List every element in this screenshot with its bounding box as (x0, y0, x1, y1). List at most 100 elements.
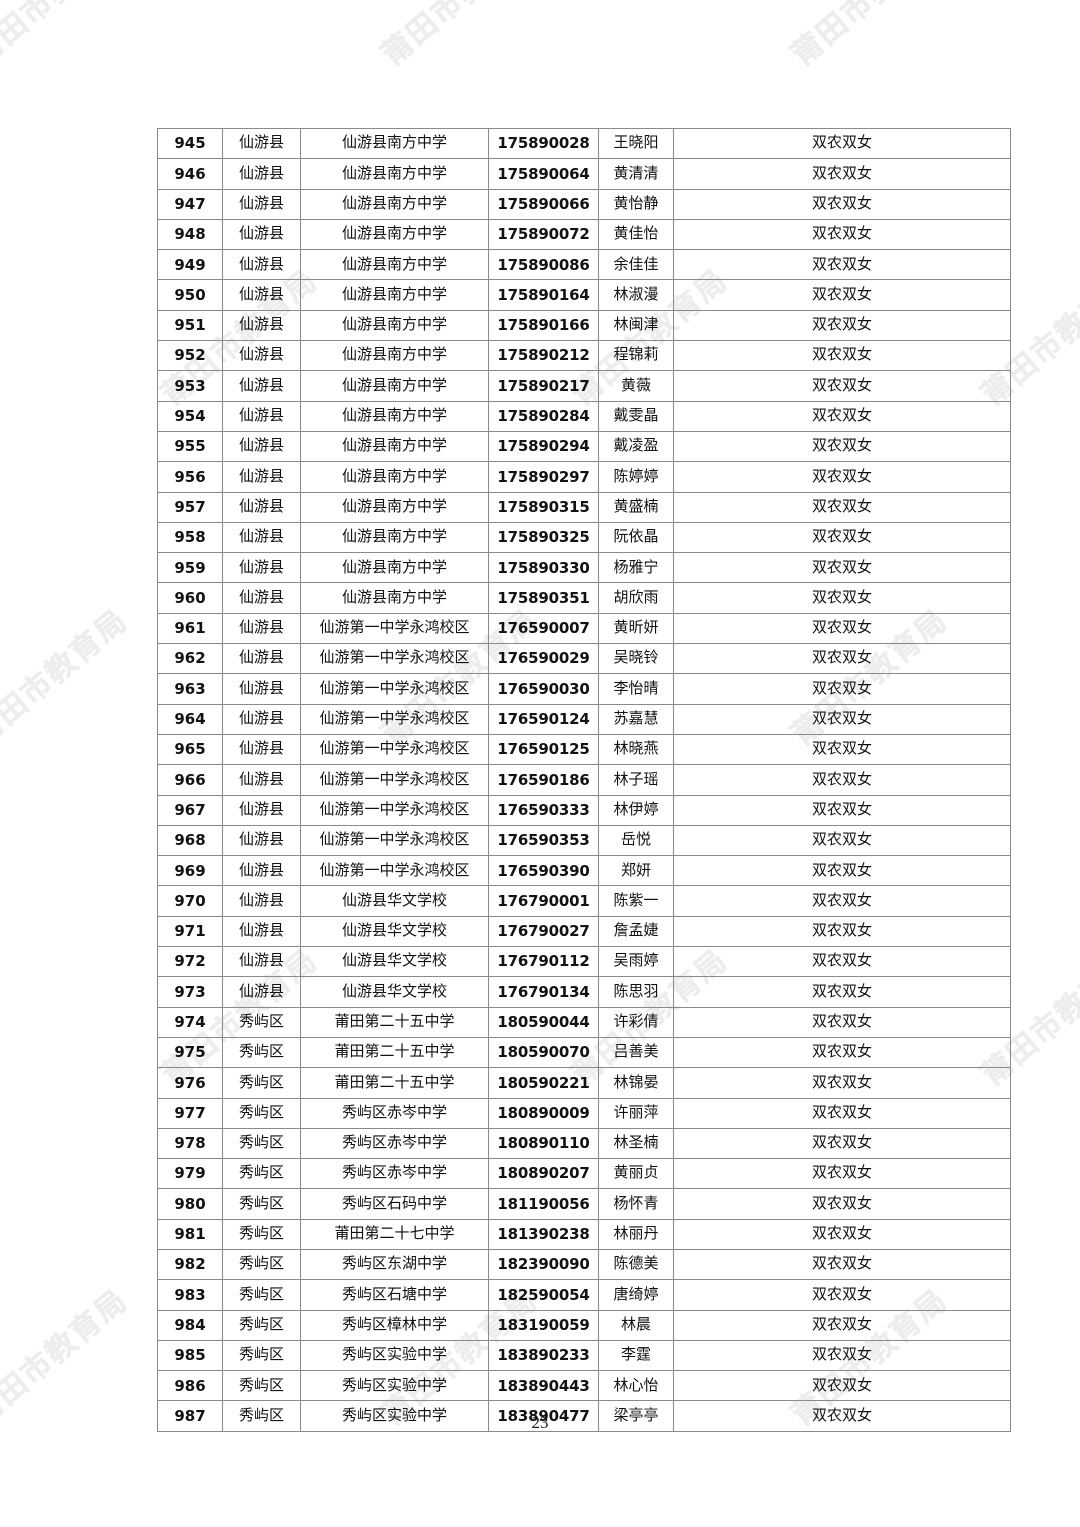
cell-index: 982 (157, 1248, 223, 1281)
cell-exam-no: 180890207 (488, 1158, 599, 1190)
table-row: 964 仙游县 仙游第一中学永鸿校区 176590124 苏嘉慧 双农双女 (157, 703, 1011, 735)
cell-index: 954 (157, 400, 223, 432)
cell-name: 许彩倩 (598, 1006, 674, 1038)
cell-category: 双农双女 (673, 400, 1011, 432)
cell-exam-no: 175890294 (488, 430, 599, 463)
table-row: 955 仙游县 仙游县南方中学 175890294 戴凌盈 双农双女 (157, 430, 1011, 463)
cell-school: 仙游第一中学永鸿校区 (300, 764, 489, 796)
cell-school: 仙游县南方中学 (300, 340, 489, 372)
cell-index: 972 (157, 946, 223, 978)
cell-category: 双农双女 (673, 521, 1011, 554)
table-row: 947 仙游县 仙游县南方中学 175890066 黄怡静 双农双女 (157, 188, 1011, 220)
cell-school: 仙游县南方中学 (300, 491, 489, 523)
cell-district: 秀屿区 (222, 1309, 301, 1341)
cell-exam-no: 175890284 (488, 400, 599, 432)
table-row: 952 仙游县 仙游县南方中学 175890212 程锦莉 双农双女 (157, 340, 1011, 372)
cell-category: 双农双女 (673, 309, 1011, 342)
cell-district: 仙游县 (222, 127, 301, 160)
cell-school: 莆田第二十五中学 (300, 1067, 489, 1099)
cell-district: 秀屿区 (222, 1006, 301, 1038)
table-row: 972 仙游县 仙游县华文学校 176790112 吴雨婷 双农双女 (157, 946, 1011, 978)
cell-district: 秀屿区 (222, 1188, 301, 1220)
cell-district: 仙游县 (222, 794, 301, 826)
cell-school: 仙游县南方中学 (300, 552, 489, 584)
cell-name: 林伊婷 (598, 794, 674, 826)
cell-name: 林圣楠 (598, 1127, 674, 1160)
cell-category: 双农双女 (673, 1309, 1011, 1341)
cell-exam-no: 175890086 (488, 249, 599, 281)
cell-exam-no: 176790134 (488, 976, 599, 1008)
cell-exam-no: 175890330 (488, 552, 599, 584)
cell-district: 仙游县 (222, 733, 301, 766)
cell-exam-no: 175890164 (488, 279, 599, 311)
cell-exam-no: 176790112 (488, 946, 599, 978)
cell-school: 仙游第一中学永鸿校区 (300, 855, 489, 887)
cell-name: 苏嘉慧 (598, 703, 674, 735)
cell-category: 双农双女 (673, 552, 1011, 584)
cell-district: 仙游县 (222, 673, 301, 705)
cell-exam-no: 176590030 (488, 673, 599, 705)
cell-name: 黄昕妍 (598, 612, 674, 645)
cell-name: 陈紫一 (598, 885, 674, 917)
cell-index: 980 (157, 1188, 223, 1220)
cell-category: 双农双女 (673, 1006, 1011, 1038)
cell-index: 955 (157, 430, 223, 463)
cell-school: 秀屿区东湖中学 (300, 1248, 489, 1281)
cell-index: 956 (157, 461, 223, 493)
table-row: 979 秀屿区 秀屿区赤岑中学 180890207 黄丽贞 双农双女 (157, 1158, 1011, 1190)
table-row: 967 仙游县 仙游第一中学永鸿校区 176590333 林伊婷 双农双女 (157, 794, 1011, 826)
cell-category: 双农双女 (673, 1158, 1011, 1190)
cell-index: 986 (157, 1370, 223, 1402)
cell-name: 李霆 (598, 1339, 674, 1372)
cell-school: 仙游县华文学校 (300, 946, 489, 978)
cell-school: 仙游县南方中学 (300, 461, 489, 493)
cell-school: 仙游第一中学永鸿校区 (300, 824, 489, 857)
cell-index: 966 (157, 764, 223, 796)
cell-district: 秀屿区 (222, 1339, 301, 1372)
cell-district: 仙游县 (222, 824, 301, 857)
cell-district: 仙游县 (222, 855, 301, 887)
cell-district: 仙游县 (222, 976, 301, 1008)
table-row: 968 仙游县 仙游第一中学永鸿校区 176590353 岳悦 双农双女 (157, 824, 1011, 857)
cell-exam-no: 175890166 (488, 309, 599, 342)
cell-category: 双农双女 (673, 218, 1011, 251)
cell-category: 双农双女 (673, 1036, 1011, 1069)
cell-exam-no: 175890217 (488, 370, 599, 402)
cell-district: 仙游县 (222, 491, 301, 523)
cell-district: 仙游县 (222, 643, 301, 675)
table-row: 983 秀屿区 秀屿区石塘中学 182590054 唐绮婷 双农双女 (157, 1279, 1011, 1311)
cell-index: 964 (157, 703, 223, 735)
cell-category: 双农双女 (673, 1248, 1011, 1281)
cell-district: 仙游县 (222, 279, 301, 311)
cell-category: 双农双女 (673, 855, 1011, 887)
table-row: 975 秀屿区 莆田第二十五中学 180590070 吕善美 双农双女 (157, 1036, 1011, 1069)
cell-district: 仙游县 (222, 764, 301, 796)
cell-name: 岳悦 (598, 824, 674, 857)
cell-category: 双农双女 (673, 249, 1011, 281)
cell-name: 郑妍 (598, 855, 674, 887)
cell-index: 947 (157, 188, 223, 220)
cell-name: 戴凌盈 (598, 430, 674, 463)
cell-school: 仙游第一中学永鸿校区 (300, 703, 489, 735)
table-row: 971 仙游县 仙游县华文学校 176790027 詹孟婕 双农双女 (157, 915, 1011, 948)
cell-exam-no: 176590186 (488, 764, 599, 796)
cell-school: 莆田第二十五中学 (300, 1036, 489, 1069)
cell-name: 林晨 (598, 1309, 674, 1341)
cell-category: 双农双女 (673, 188, 1011, 220)
cell-index: 976 (157, 1067, 223, 1099)
table-row: 960 仙游县 仙游县南方中学 175890351 胡欣雨 双农双女 (157, 582, 1011, 614)
cell-exam-no: 175890212 (488, 340, 599, 372)
cell-index: 962 (157, 643, 223, 675)
table-row: 981 秀屿区 莆田第二十七中学 181390238 林丽丹 双农双女 (157, 1218, 1011, 1250)
cell-district: 秀屿区 (222, 1036, 301, 1069)
cell-exam-no: 175890066 (488, 188, 599, 220)
table-row: 984 秀屿区 秀屿区樟林中学 183190059 林晨 双农双女 (157, 1309, 1011, 1341)
cell-category: 双农双女 (673, 491, 1011, 523)
cell-school: 仙游县南方中学 (300, 279, 489, 311)
cell-exam-no: 176590029 (488, 643, 599, 675)
cell-category: 双农双女 (673, 279, 1011, 311)
cell-district: 秀屿区 (222, 1248, 301, 1281)
cell-index: 983 (157, 1279, 223, 1311)
cell-district: 仙游县 (222, 249, 301, 281)
cell-category: 双农双女 (673, 127, 1011, 160)
